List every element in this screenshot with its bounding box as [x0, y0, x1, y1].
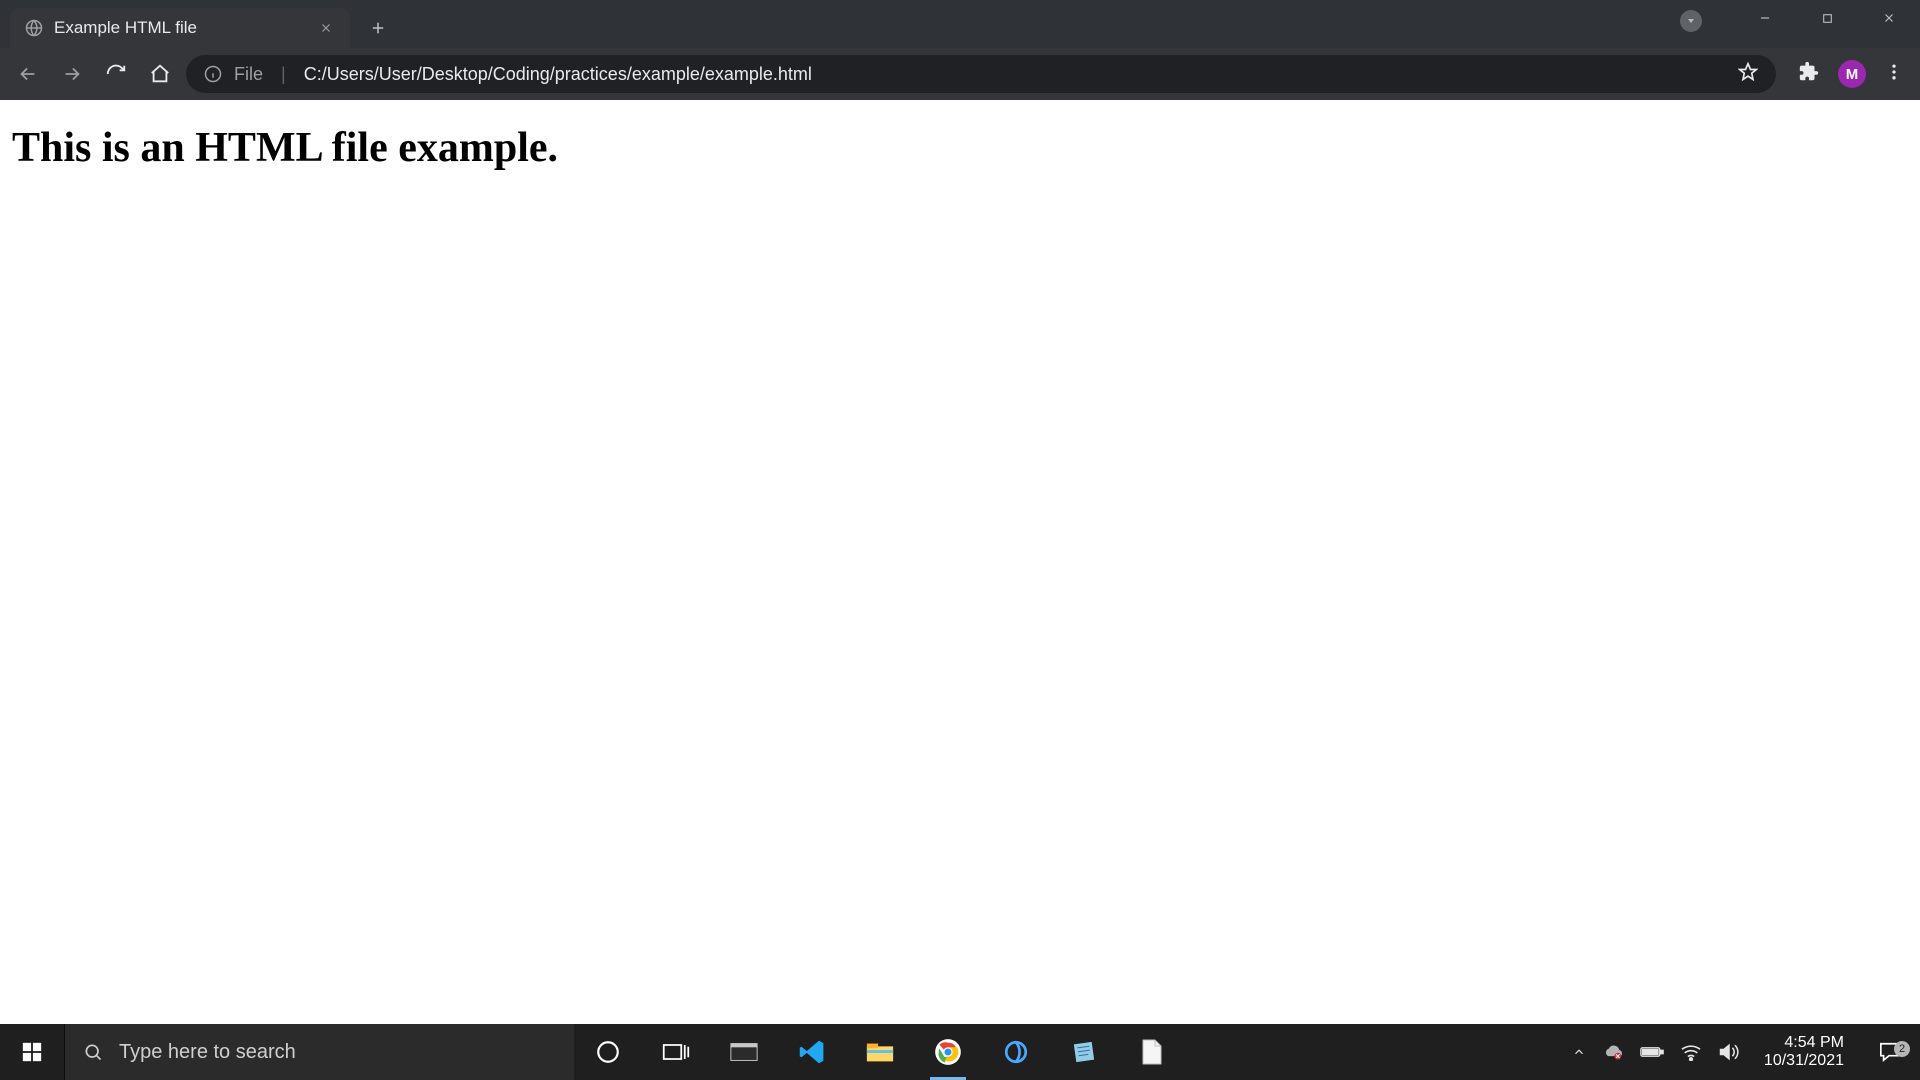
- close-tab-icon[interactable]: [316, 18, 336, 38]
- browser-titlebar: Example HTML file: [0, 0, 1920, 48]
- extensions-icon[interactable]: [1798, 61, 1820, 88]
- address-bar[interactable]: File | C:/Users/User/Desktop/Coding/prac…: [186, 55, 1776, 93]
- taskbar-chrome-icon[interactable]: [914, 1024, 982, 1080]
- tray-battery-icon[interactable]: [1640, 1045, 1664, 1059]
- window-maximize-button[interactable]: [1796, 0, 1858, 36]
- search-placeholder: Type here to search: [119, 1041, 296, 1064]
- taskbar-terminal-icon[interactable]: [710, 1024, 778, 1080]
- browser-tab-active[interactable]: Example HTML file: [10, 8, 350, 48]
- clock-date: 10/31/2021: [1764, 1052, 1844, 1070]
- site-info-icon[interactable]: [204, 65, 222, 83]
- window-close-button[interactable]: [1858, 0, 1920, 36]
- page-body: This is an HTML file example.: [0, 100, 1920, 1024]
- url-separator: |: [275, 64, 292, 85]
- tray-overflow-icon[interactable]: [1572, 1045, 1586, 1059]
- notification-badge: 2: [1894, 1041, 1910, 1057]
- taskbar-vscode-icon[interactable]: [778, 1024, 846, 1080]
- home-button[interactable]: [142, 56, 178, 92]
- reload-button[interactable]: [98, 56, 134, 92]
- window-frame: Example HTML file: [0, 0, 1920, 1080]
- taskbar-search[interactable]: Type here to search: [64, 1024, 574, 1080]
- taskbar-app-generic-icon[interactable]: [982, 1024, 1050, 1080]
- toolbar-right: M: [1784, 60, 1910, 88]
- tray-onedrive-icon[interactable]: [1602, 1043, 1624, 1061]
- bookmark-star-icon[interactable]: [1738, 62, 1758, 87]
- taskbar-apps: [574, 1024, 1186, 1080]
- tab-strip-actions: [350, 8, 392, 48]
- globe-icon: [24, 18, 44, 38]
- browser-toolbar: File | C:/Users/User/Desktop/Coding/prac…: [0, 48, 1920, 100]
- taskbar-task-view-icon[interactable]: [642, 1024, 710, 1080]
- tab-title: Example HTML file: [54, 18, 197, 38]
- taskbar-cortana-icon[interactable]: [574, 1024, 642, 1080]
- window-controls: [1680, 0, 1920, 48]
- back-button[interactable]: [10, 56, 46, 92]
- start-button[interactable]: [0, 1024, 64, 1080]
- taskbar-clock[interactable]: 4:54 PM 10/31/2021: [1756, 1034, 1852, 1071]
- search-icon: [83, 1042, 103, 1062]
- taskbar-file-explorer-icon[interactable]: [846, 1024, 914, 1080]
- windows-taskbar: Type here to search: [0, 1024, 1920, 1080]
- clock-time: 4:54 PM: [1764, 1034, 1844, 1052]
- url-scheme: File: [234, 64, 263, 85]
- tray-wifi-icon[interactable]: [1680, 1043, 1702, 1061]
- url-path: C:/Users/User/Desktop/Coding/practices/e…: [304, 64, 812, 85]
- page-heading: This is an HTML file example.: [12, 124, 1908, 172]
- profile-avatar[interactable]: M: [1838, 60, 1866, 88]
- taskbar-notepad-icon[interactable]: [1050, 1024, 1118, 1080]
- taskbar-document-icon[interactable]: [1118, 1024, 1186, 1080]
- window-minimize-button[interactable]: [1734, 0, 1796, 36]
- new-tab-button[interactable]: [364, 14, 392, 42]
- account-status-icon[interactable]: [1680, 10, 1702, 32]
- action-center-icon[interactable]: 2: [1868, 1041, 1912, 1063]
- forward-button[interactable]: [54, 56, 90, 92]
- system-tray: 4:54 PM 10/31/2021 2: [1564, 1024, 1920, 1080]
- tray-volume-icon[interactable]: [1718, 1042, 1740, 1062]
- chrome-menu-icon[interactable]: [1884, 62, 1904, 87]
